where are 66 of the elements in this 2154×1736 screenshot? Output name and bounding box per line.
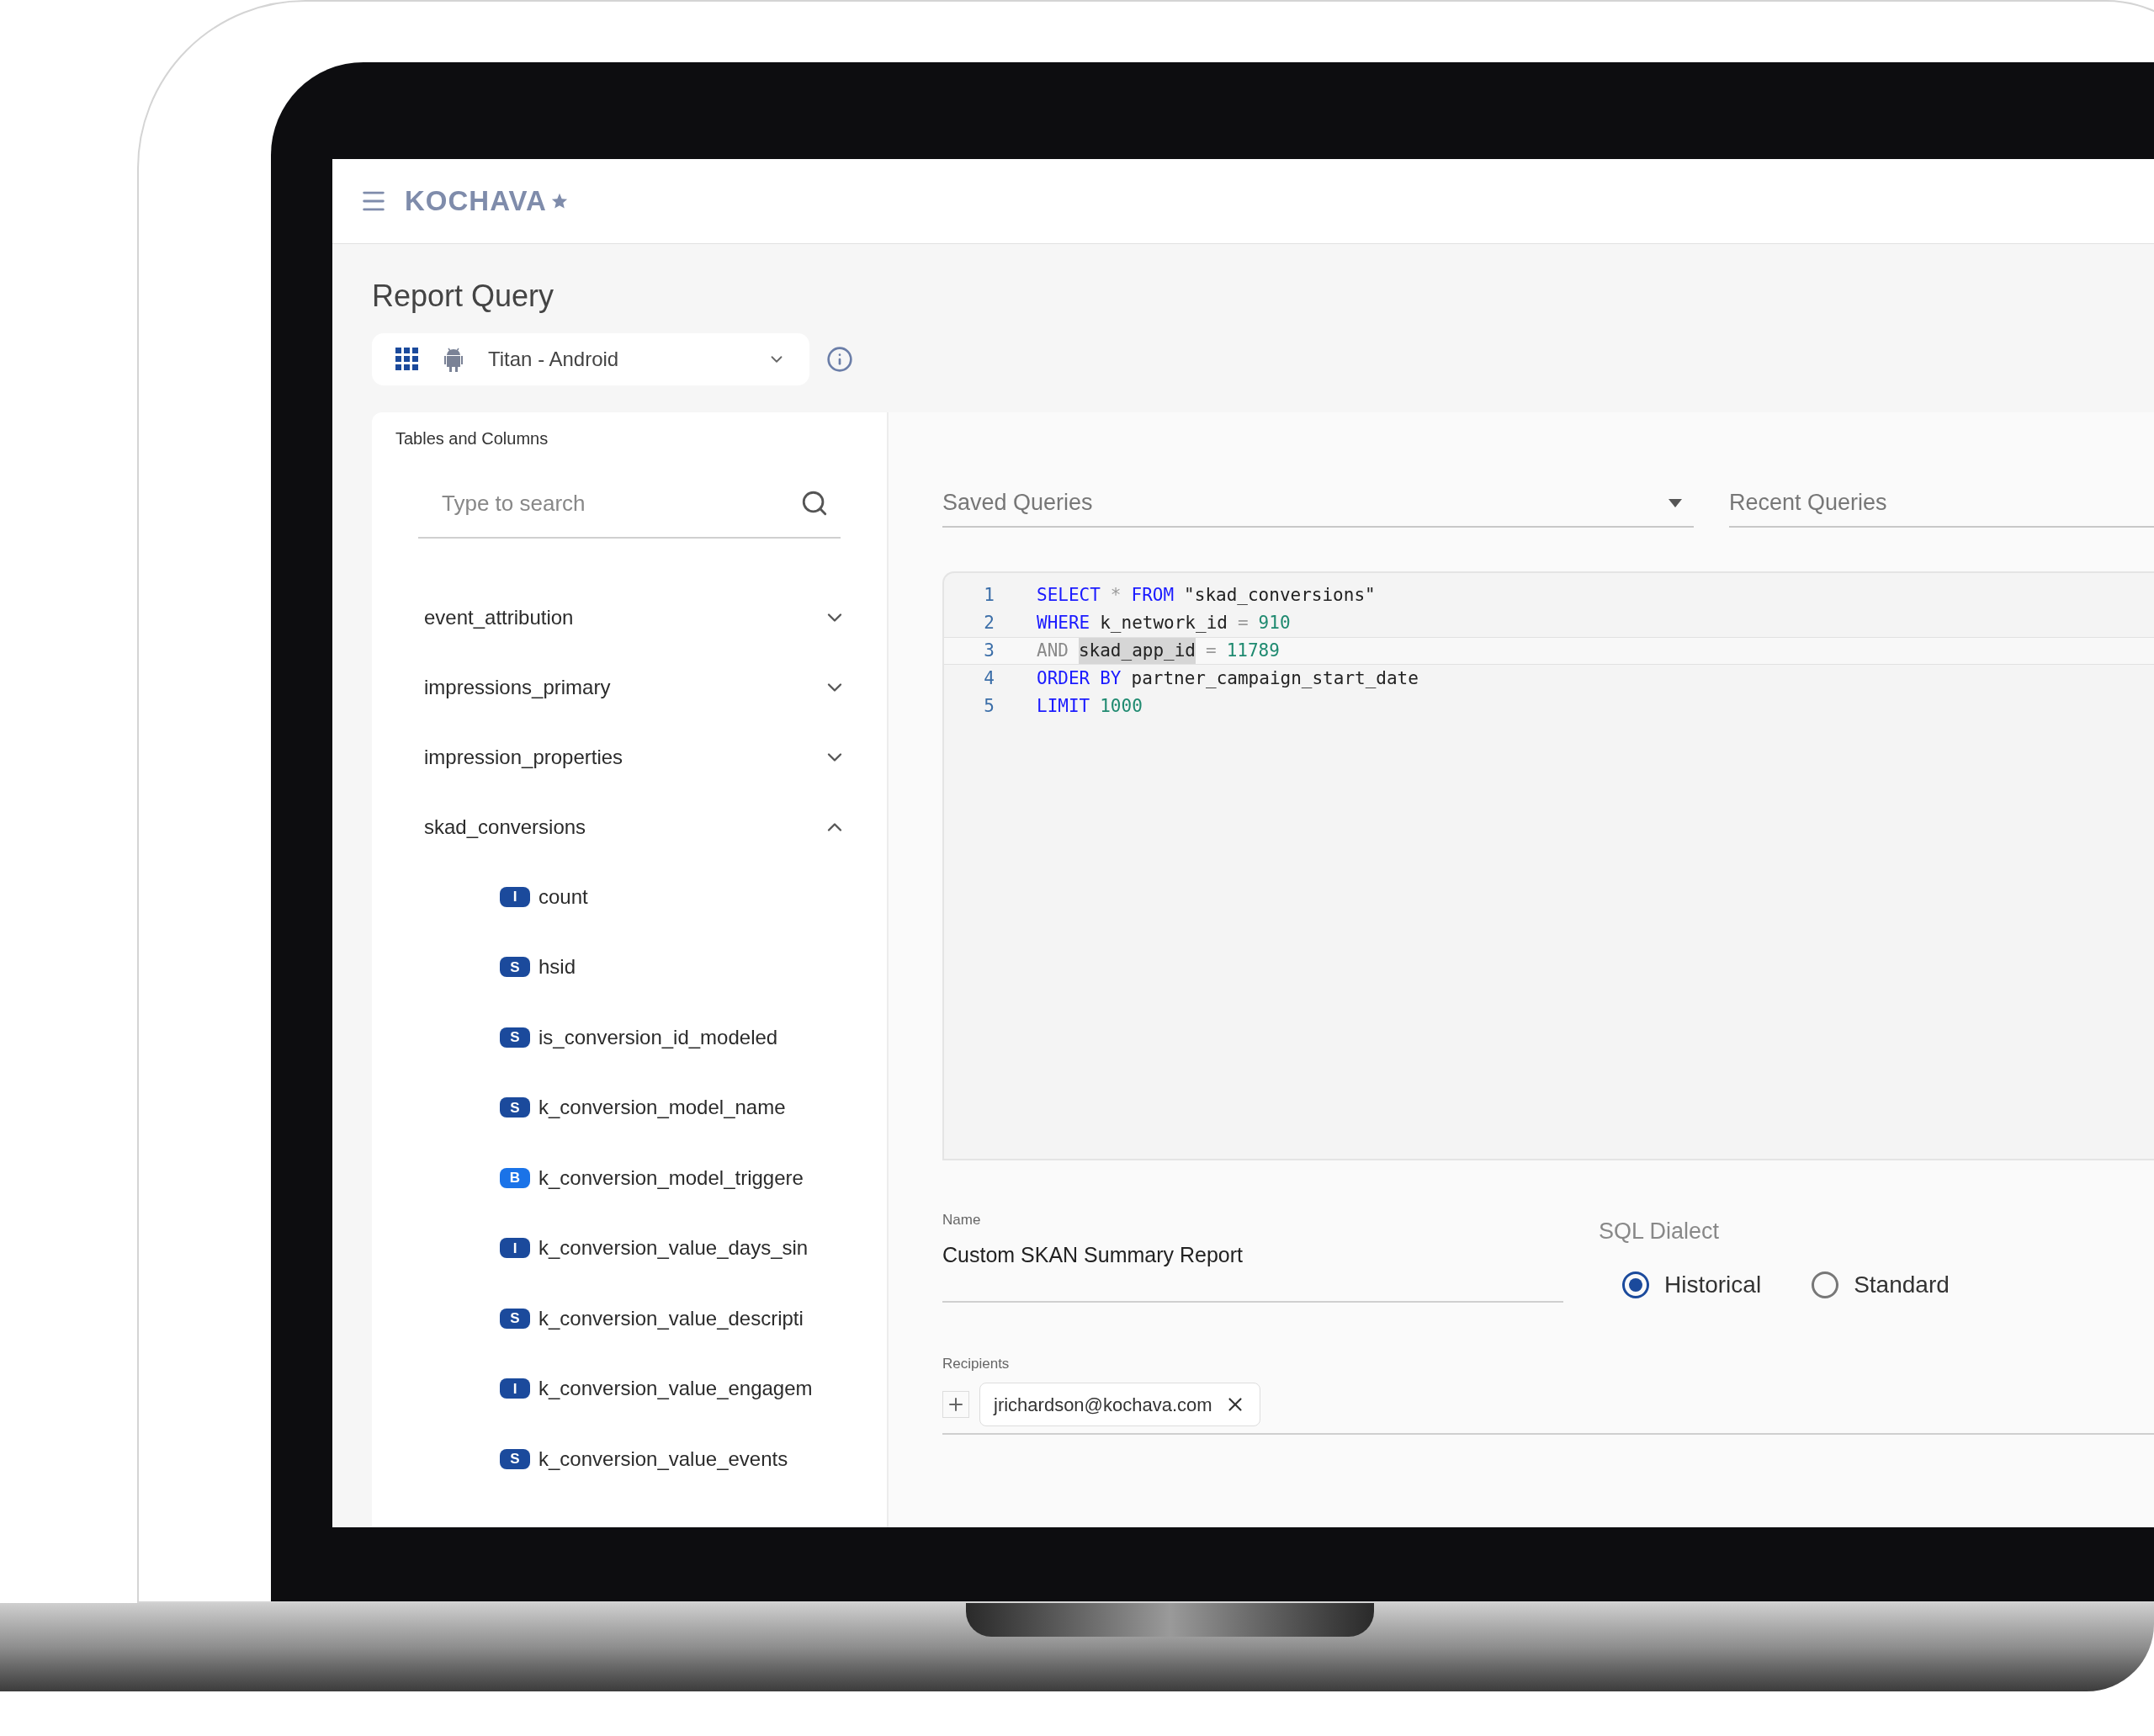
name-input[interactable]: Custom SKAN Summary Report: [942, 1239, 1563, 1271]
type-badge: S: [500, 1308, 530, 1329]
type-badge: I: [500, 1378, 530, 1399]
field-label: Name: [942, 1211, 982, 1229]
code-token: BY: [1100, 666, 1122, 690]
code-token: skad_app_id: [1078, 637, 1196, 665]
line-number: 1: [983, 583, 995, 607]
caret-icon: [1669, 498, 1682, 507]
type-badge: S: [500, 1027, 530, 1048]
panel-title: Tables and Columns: [395, 428, 549, 449]
saved-queries-dropdown[interactable]: Saved Queries: [942, 480, 1694, 528]
line-number: 4: [983, 666, 995, 690]
page-title: Report Query: [372, 278, 555, 315]
code-token: 1000: [1100, 694, 1143, 718]
column-item[interactable]: k_conversion_value_events: [538, 1443, 788, 1474]
type-badge: I: [500, 886, 530, 907]
code-token: 11789: [1226, 639, 1280, 662]
table-item[interactable]: event_attribution: [372, 582, 887, 652]
search-icon: [800, 489, 829, 518]
type-badge: B: [500, 1167, 530, 1188]
code-editor[interactable]: 1 SELECT * FROM "skad_conversions" 2 WHERE k_network_id = 910 3 AND skad_app_id = 11789 4 ORDER BY partner_campaign_start_date 5 LIMIT 1000: [942, 571, 2154, 1160]
column-item[interactable]: is_conversion_id_modeled: [538, 1022, 778, 1053]
column-item[interactable]: k_conversion_value_days_sin: [538, 1233, 809, 1264]
radio-button[interactable]: [1812, 1271, 1839, 1298]
code-token: k_network_id: [1100, 611, 1228, 634]
type-badge: S: [500, 957, 530, 978]
radio-option[interactable]: Historical: [1622, 1266, 1762, 1303]
code-token: 910: [1258, 611, 1291, 634]
type-badge: S: [500, 1448, 530, 1469]
code-token: AND: [1037, 639, 1069, 662]
code-token: =: [1206, 639, 1217, 662]
column-item[interactable]: k_conversion_value_descripti: [538, 1303, 804, 1334]
column-item[interactable]: k_conversion_model_name: [538, 1092, 786, 1123]
recipients-field[interactable]: Recipients jrichardson@kochava.com: [942, 1352, 2154, 1435]
add-button[interactable]: [942, 1391, 969, 1418]
recipient-chip[interactable]: jrichardson@kochava.com: [979, 1383, 1260, 1426]
table-item[interactable]: impressions_primary: [372, 652, 887, 722]
code-token: =: [1237, 611, 1249, 634]
column-item[interactable]: k_conversion_value_engagem: [538, 1373, 813, 1404]
code-token: ORDER: [1037, 666, 1090, 690]
table-item[interactable]: impression_properties: [372, 722, 887, 792]
radio-option[interactable]: Standard: [1812, 1266, 1950, 1303]
column-item[interactable]: k_conversion_model_triggere: [538, 1162, 804, 1193]
info-icon[interactable]: [826, 346, 853, 373]
dialect-label: SQL Dialect: [1599, 1218, 1721, 1245]
app-selector[interactable]: Titan - Android: [372, 333, 809, 385]
column-item[interactable]: hsid: [538, 952, 576, 983]
code-token: WHERE: [1037, 611, 1090, 634]
search-input[interactable]: Type to search: [442, 486, 800, 520]
grid-icon: [395, 348, 419, 371]
code-token: partner_campaign_start_date: [1131, 666, 1419, 690]
line-number: 5: [983, 694, 995, 718]
radio-button[interactable]: [1622, 1271, 1649, 1298]
code-token: "skad_conversions": [1184, 583, 1376, 607]
code-token: *: [1110, 583, 1122, 607]
type-badge: I: [500, 1238, 530, 1259]
code-token: FROM: [1131, 583, 1175, 607]
code-token: LIMIT: [1037, 694, 1090, 718]
line-number: 2: [983, 611, 995, 634]
type-badge: S: [500, 1097, 530, 1118]
recent-queries-dropdown[interactable]: Recent Queries: [1729, 480, 2154, 528]
table-item[interactable]: skad_conversions: [372, 792, 887, 862]
code-token: SELECT: [1037, 583, 1101, 607]
column-item[interactable]: count: [538, 881, 588, 912]
brand-logo: KOCHAVA: [405, 184, 547, 219]
line-number: 3: [983, 639, 995, 662]
